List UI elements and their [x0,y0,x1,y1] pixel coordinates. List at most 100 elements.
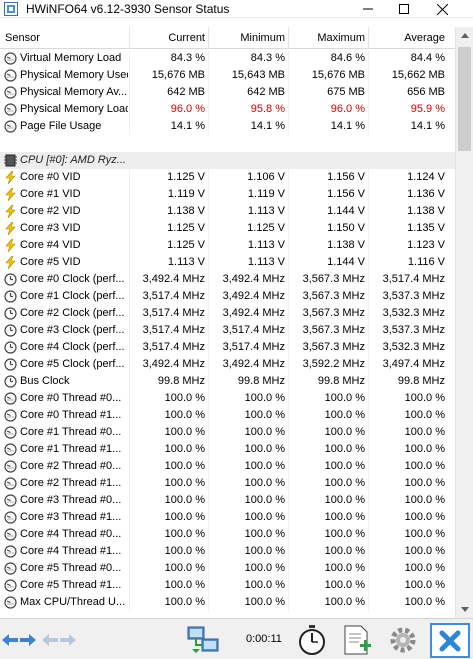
gauge-icon [4,86,17,99]
sensor-name: Core #3 Clock (perf... [20,324,125,336]
lightning-icon [5,256,16,269]
sensor-row[interactable]: Page File Usage 14.1 % 14.1 % 14.1 % 14.1 % [0,118,455,135]
gauge-icon [4,528,17,541]
sensor-row[interactable]: Physical Memory Used 15,676 MB 15,643 MB 15… [0,67,455,84]
current-value: 3,517.4 MHz [142,290,205,302]
sensor-row[interactable]: Core #0 VID 1.125 V 1.106 V 1.156 V 1.124 V [0,169,455,186]
sensor-row[interactable]: Max CPU/Thread U... 100.0 % 100.0 % 100.0 %… [0,594,455,611]
current-value: 1.119 V [167,188,205,200]
column-header-sensor[interactable]: Sensor [5,27,40,49]
close-icon [436,3,448,15]
minimum-value: 1.125 V [247,222,285,234]
add-report-button[interactable] [337,623,377,657]
sensor-name: Core #2 Thread #0... [20,460,122,472]
minimum-value: 1.113 V [247,239,285,251]
sensor-row[interactable]: Core #1 Thread #0... 100.0 % 100.0 % 100.0 … [0,424,455,441]
sensor-row[interactable]: Core #3 Clock (perf... 3,517.4 MHz 3,517.4… [0,322,455,339]
minimize-button[interactable] [350,0,386,18]
sensor-row[interactable]: Core #3 Thread #0... 100.0 % 100.0 % 100.0 … [0,492,455,509]
current-value: 14.1 % [170,120,205,132]
sensor-row[interactable]: Virtual Memory Load 84.3 % 84.3 % 84.6 % 84.… [0,50,455,67]
lightning-icon [5,239,16,252]
sensor-row[interactable]: Bus Clock 99.8 MHz 99.8 MHz 99.8 MHz 99.8 MH… [0,373,455,390]
maximum-value: 100.0 % [324,511,365,523]
sensor-row[interactable]: Core #4 Thread #0... 100.0 % 100.0 % 100.0 … [0,526,455,543]
sensor-row[interactable]: Core #0 Clock (perf... 3,492.4 MHz 3,492.4… [0,271,455,288]
sensor-row[interactable]: Core #0 Thread #1... 100.0 % 100.0 % 100.0 … [0,407,455,424]
average-value: 1.124 V [407,171,445,183]
current-value: 3,517.4 MHz [142,324,205,336]
sensor-name: Core #4 Thread #1... [20,545,122,557]
column-header-maximum[interactable]: Maximum [289,27,365,49]
sensor-row[interactable]: Core #5 Thread #1... 100.0 % 100.0 % 100.0 … [0,577,455,594]
maximum-value: 1.150 V [327,222,365,234]
average-value: 100.0 % [404,392,445,404]
sensor-table[interactable]: Sensor Current Minimum Maximum Average V… [0,27,455,618]
column-header-minimum[interactable]: Minimum [209,27,285,49]
sensor-name: Core #4 Clock (perf... [20,341,125,353]
sensor-row[interactable]: Core #5 Thread #0... 100.0 % 100.0 % 100.0 … [0,560,455,577]
average-value: 3,537.3 MHz [382,324,445,336]
sensor-row[interactable]: Core #2 Thread #0... 100.0 % 100.0 % 100.0 … [0,458,455,475]
minimum-value: 100.0 % [244,426,285,438]
minimum-value: 3,517.4 MHz [222,324,285,336]
timer-button[interactable] [294,623,330,657]
maximum-value: 99.8 MHz [317,375,365,387]
clock-icon [4,273,17,286]
settings-button[interactable] [385,623,421,657]
sensor-row[interactable]: Core #3 VID 1.125 V 1.125 V 1.150 V 1.135 V [0,220,455,237]
sensor-row[interactable]: Core #5 Clock (perf... 3,492.4 MHz 3,492.4… [0,356,455,373]
scroll-up-button[interactable] [456,27,473,44]
gear-icon [390,627,416,653]
clock-icon [4,290,17,303]
sensor-row[interactable]: Core #1 Thread #1... 100.0 % 100.0 % 100.0 … [0,441,455,458]
sensor-row[interactable]: Core #4 Clock (perf... 3,517.4 MHz 3,517.4… [0,339,455,356]
column-header-average[interactable]: Average [369,27,445,49]
sensor-row[interactable]: Core #2 Thread #1... 100.0 % 100.0 % 100.0 … [0,475,455,492]
sensor-row[interactable]: Core #3 Thread #1... 100.0 % 100.0 % 100.0 … [0,509,455,526]
minimum-value: 100.0 % [244,545,285,557]
close-window-button[interactable] [424,0,460,18]
gauge-icon [4,579,17,592]
average-value: 3,532.3 MHz [382,307,445,319]
sensor-row[interactable]: Core #0 Thread #0... 100.0 % 100.0 % 100.0 … [0,390,455,407]
minimum-value: 100.0 % [244,562,285,574]
maximize-icon [399,4,409,14]
sensor-name: Physical Memory Av... [20,86,128,98]
title-bar[interactable]: HWiNFO64 v6.12-3930 Sensor Status [0,0,473,18]
sensor-row[interactable]: Physical Memory Av... 642 MB 642 MB 675 MB 6… [0,84,455,101]
vertical-scrollbar[interactable] [455,27,473,618]
minimum-value: 100.0 % [244,443,285,455]
average-value: 656 MB [407,86,445,98]
close-sensors-button[interactable] [430,623,470,658]
sensor-row[interactable]: Physical Memory Load 96.0 % 95.8 % 96.0 % 95… [0,101,455,118]
scrollbar-thumb[interactable] [458,47,471,151]
close-x-icon [439,630,461,651]
minimum-value: 3,492.4 MHz [222,290,285,302]
sensor-group-row[interactable]: CPU [#0]: AMD Ryz... [0,152,455,169]
sensor-row[interactable]: Core #2 Clock (perf... 3,517.4 MHz 3,492.4… [0,305,455,322]
maximum-value: 100.0 % [324,579,365,591]
sensor-row[interactable]: Core #2 VID 1.138 V 1.113 V 1.144 V 1.138 V [0,203,455,220]
app-logo-icon [4,2,18,16]
current-value: 100.0 % [164,528,205,540]
gauge-icon [4,477,17,490]
minimum-value: 1.106 V [247,171,285,183]
network-button[interactable] [183,623,223,657]
sensor-row[interactable]: Core #4 VID 1.125 V 1.113 V 1.138 V 1.123 V [0,237,455,254]
sensor-row[interactable]: Core #1 Clock (perf... 3,517.4 MHz 3,492.4… [0,288,455,305]
scroll-down-button[interactable] [456,601,473,618]
sensor-name: Core #3 Thread #1... [20,511,122,523]
minimum-value: 3,492.4 MHz [222,273,285,285]
sensor-name: Core #2 Thread #1... [20,477,122,489]
sensor-row[interactable]: Core #1 VID 1.119 V 1.119 V 1.156 V 1.136 V [0,186,455,203]
average-value: 3,517.4 MHz [382,273,445,285]
navigate-disabled-button[interactable] [42,623,76,657]
maximize-button[interactable] [386,0,422,18]
column-header-current[interactable]: Current [129,27,205,49]
sensor-name: Core #4 VID [20,239,81,251]
sensor-row[interactable]: Core #4 Thread #1... 100.0 % 100.0 % 100.0 … [0,543,455,560]
maximum-value: 3,567.3 MHz [302,290,365,302]
sensor-row[interactable]: Core #5 VID 1.113 V 1.113 V 1.144 V 1.116 V [0,254,455,271]
navigate-button[interactable] [2,623,36,657]
